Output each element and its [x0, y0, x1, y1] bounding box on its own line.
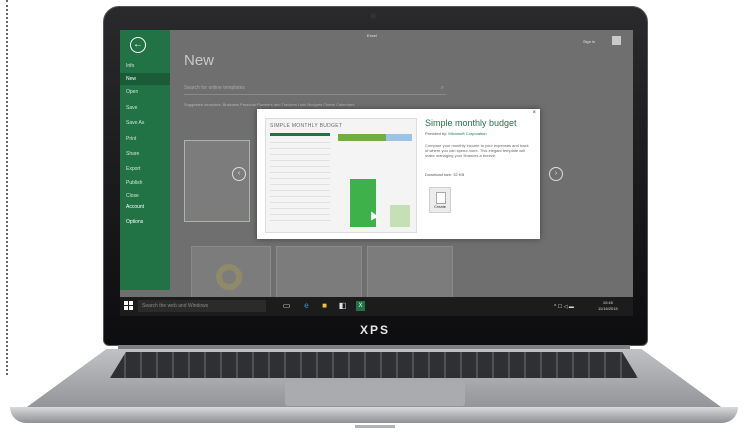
laptop-base-edge — [10, 407, 738, 423]
folder-icon[interactable]: ■ — [320, 301, 329, 311]
nav-save[interactable]: Save — [120, 102, 170, 114]
template-preview-dialog: × SIMPLE MONTHLY BUDGET Simple monthly b… — [257, 109, 540, 239]
nav-print[interactable]: Print — [120, 133, 170, 145]
base-label — [355, 425, 395, 428]
provider-name: Microsoft Corporation — [448, 131, 487, 136]
app-title: Excel — [367, 33, 377, 38]
template-search-input[interactable]: Search for online templates ⌕ — [184, 85, 446, 95]
nav-publish[interactable]: Publish — [120, 177, 170, 189]
task-view-icon[interactable]: ▭ — [282, 301, 291, 311]
keyboard — [110, 352, 638, 378]
create-button[interactable]: Create — [429, 187, 451, 213]
suggested-searches[interactable]: Suggested searches: Business Personal Pl… — [184, 102, 354, 107]
template-thumbnail[interactable] — [367, 246, 453, 300]
taskbar-search-input[interactable]: Search the web and Windows — [138, 300, 266, 312]
nav-save-as[interactable]: Save As — [120, 117, 170, 129]
template-preview-image: SIMPLE MONTHLY BUDGET — [265, 118, 417, 233]
template-donut-graphic — [216, 264, 242, 290]
preview-header-bar — [270, 133, 330, 136]
close-icon[interactable]: × — [532, 110, 536, 116]
preview-grid — [270, 137, 330, 225]
download-size-value: 32 KB — [453, 172, 465, 177]
clock[interactable]: 10:45 11/16/2015 — [598, 300, 618, 312]
download-size: Download size: 32 KB — [425, 172, 464, 177]
system-tray[interactable]: ^ ☐ ◁ ▬ — [554, 304, 574, 310]
backstage-nav: ← Info New Open Save Save As Print Share… — [120, 30, 170, 290]
webcam — [370, 13, 376, 19]
template-thumbnail[interactable] — [276, 246, 362, 300]
trackpad — [285, 381, 465, 406]
store-icon[interactable]: ◧ — [338, 301, 347, 311]
search-icon[interactable]: ⌕ — [441, 85, 444, 92]
search-placeholder: Search for online templates — [184, 85, 245, 91]
document-icon — [436, 192, 446, 204]
page-title: New — [184, 52, 215, 69]
preview-bar — [338, 134, 386, 141]
taskbar: Search the web and Windows ▭ e ■ ◧ X ^ ☐… — [120, 297, 633, 316]
nav-open[interactable]: Open — [120, 86, 170, 98]
provider-label: Provided by: — [425, 131, 448, 136]
page-divider — [6, 0, 8, 375]
chevron-left-icon[interactable]: ‹ — [232, 167, 246, 181]
nav-account[interactable]: Account — [120, 201, 170, 213]
preview-sheet-title: SIMPLE MONTHLY BUDGET — [270, 123, 343, 129]
laptop-screen: ← Info New Open Save Save As Print Share… — [120, 30, 633, 316]
back-arrow-icon[interactable]: ← — [130, 37, 146, 53]
sign-in-link[interactable]: Sign in — [583, 39, 595, 44]
nav-info[interactable]: Info — [120, 60, 170, 72]
download-size-label: Download size: — [425, 172, 453, 177]
nav-options[interactable]: Options — [120, 216, 170, 228]
preview-column — [390, 205, 410, 227]
provider-line: Provided by: Microsoft Corporation — [425, 131, 487, 136]
brand-logo: XPS — [359, 323, 390, 337]
nav-export[interactable]: Export — [120, 163, 170, 175]
clock-date: 11/16/2015 — [598, 306, 618, 311]
nav-new[interactable]: New — [120, 73, 170, 85]
laptop-hinge — [118, 345, 630, 349]
edge-icon[interactable]: e — [302, 301, 311, 311]
template-description: Compare your monthly income to your expe… — [425, 143, 529, 158]
template-title: Simple monthly budget — [425, 118, 517, 128]
preview-bar — [386, 134, 412, 141]
create-label: Create — [433, 204, 446, 209]
avatar[interactable] — [612, 36, 621, 45]
chevron-right-icon[interactable]: › — [549, 167, 563, 181]
nav-share[interactable]: Share — [120, 148, 170, 160]
excel-icon[interactable]: X — [356, 301, 365, 311]
template-thumbnail-selected[interactable] — [184, 140, 250, 222]
windows-logo-icon[interactable] — [124, 301, 133, 310]
